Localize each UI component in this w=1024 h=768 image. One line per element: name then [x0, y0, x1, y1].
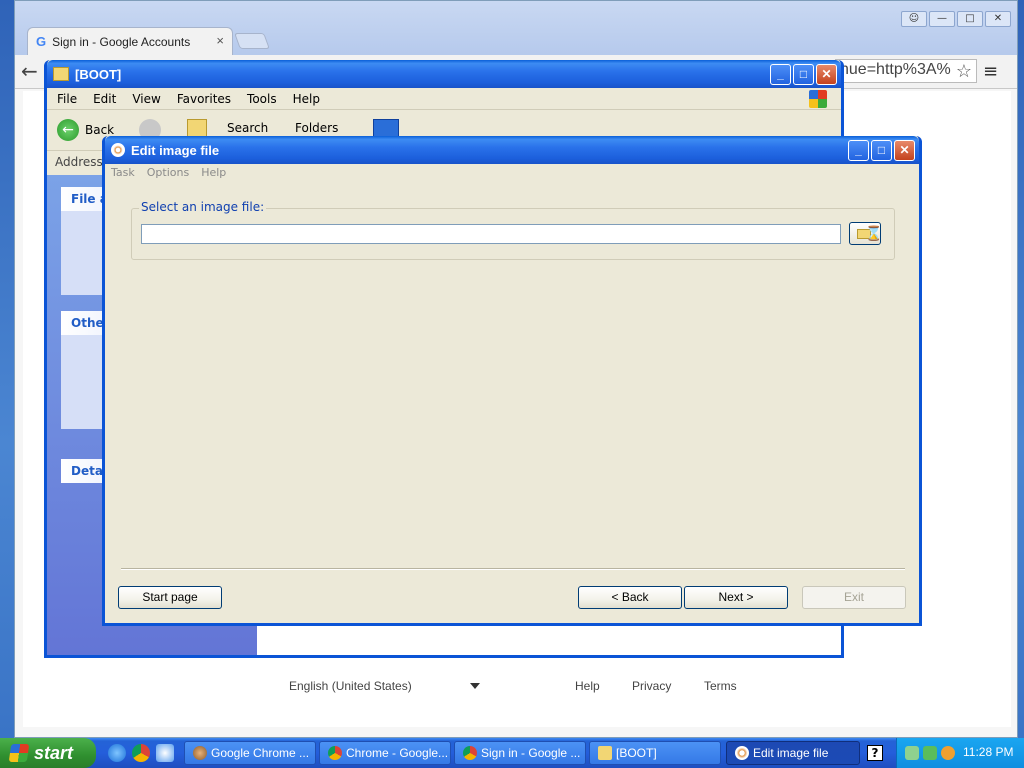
image-path-input[interactable]	[141, 224, 841, 244]
chevron-down-icon[interactable]	[470, 683, 480, 689]
menu-task[interactable]: Task	[111, 164, 135, 182]
divider	[121, 568, 905, 570]
minimize-button[interactable]: —	[929, 11, 955, 27]
folders-button[interactable]: Folders	[295, 121, 338, 135]
taskbar: start Google Chrome ... Chrome - Google.…	[0, 738, 1024, 768]
explorer-menubar: File Edit View Favorites Tools Help	[47, 88, 841, 110]
privacy-link[interactable]: Privacy	[632, 679, 671, 693]
taskbar-item-label: Chrome - Google...	[346, 746, 449, 760]
start-button[interactable]: start	[0, 738, 96, 768]
explorer-titlebar[interactable]: [BOOT] _ □ ✕	[47, 60, 841, 88]
close-button[interactable]: ✕	[894, 140, 915, 161]
hourglass-cursor-icon: ⌛	[865, 226, 883, 242]
maximize-button[interactable]: □	[957, 11, 983, 27]
chrome-tab[interactable]: G Sign in - Google Accounts ×	[27, 27, 233, 55]
profile-button[interactable]: ☺	[901, 11, 927, 27]
menu-view[interactable]: View	[132, 92, 160, 106]
minimize-button[interactable]: _	[848, 140, 869, 161]
menu-favorites[interactable]: Favorites	[177, 92, 231, 106]
taskbar-item-chrome-1[interactable]: Google Chrome ...	[184, 741, 316, 765]
terms-link[interactable]: Terms	[704, 679, 737, 693]
help-link[interactable]: Help	[575, 679, 600, 693]
close-tab-icon[interactable]: ×	[216, 33, 224, 48]
dialog-menubar: Task Options Help	[105, 164, 919, 182]
close-button[interactable]: ✕	[985, 11, 1011, 27]
back-button[interactable]: < Back	[578, 586, 682, 609]
address-text: nue=http%3A%	[840, 61, 951, 78]
back-arrow-icon[interactable]: ←	[21, 59, 38, 83]
maximize-button[interactable]: □	[871, 140, 892, 161]
dialog-titlebar[interactable]: Edit image file _ □ ✕	[105, 136, 919, 164]
taskbar-item-label: [BOOT]	[616, 746, 657, 760]
address-label: Address	[55, 155, 103, 169]
menu-tools[interactable]: Tools	[247, 92, 277, 106]
taskbar-item-label: Google Chrome ...	[211, 746, 310, 760]
chrome-menu-icon[interactable]: ≡	[983, 61, 998, 82]
chrome-icon	[463, 746, 477, 760]
start-label: start	[34, 742, 74, 763]
windows-logo-icon	[809, 90, 827, 108]
address-bar[interactable]: nue=http%3A% ☆	[835, 59, 977, 83]
minimize-button[interactable]: _	[770, 64, 791, 85]
menu-options[interactable]: Options	[147, 164, 189, 182]
menu-file[interactable]: File	[57, 92, 77, 106]
google-icon: G	[36, 34, 47, 49]
menu-edit[interactable]: Edit	[93, 92, 116, 106]
taskbar-item-edit-image[interactable]: Edit image file	[726, 741, 860, 765]
next-button[interactable]: Next >	[684, 586, 788, 609]
search-button[interactable]: Search	[227, 121, 268, 135]
chrome-icon	[328, 746, 342, 760]
start-page-button[interactable]: Start page	[118, 586, 222, 609]
taskbar-item-explorer[interactable]: [BOOT]	[589, 741, 721, 765]
folder-icon	[598, 746, 612, 760]
chrome-window-controls: ☺ — □ ✕	[901, 11, 1011, 27]
clock[interactable]: 11:28 PM	[963, 745, 1013, 759]
chrome-icon[interactable]	[132, 744, 150, 762]
disc-icon	[111, 143, 125, 157]
back-arrow-icon: ←	[57, 119, 79, 141]
language-select[interactable]: English (United States)	[289, 679, 412, 693]
chrome-titlebar: G Sign in - Google Accounts × ☺ — □ ✕	[15, 1, 1017, 57]
taskbar-item-chrome-2[interactable]: Chrome - Google...	[319, 741, 451, 765]
app-icon	[193, 746, 207, 760]
explorer-title: [BOOT]	[75, 66, 122, 82]
network-icon[interactable]	[905, 746, 919, 760]
edit-image-dialog: Edit image file _ □ ✕ Task Options Help …	[102, 136, 922, 626]
select-image-label: Select an image file:	[139, 200, 267, 214]
disc-icon	[735, 746, 749, 760]
maximize-button[interactable]: □	[793, 64, 814, 85]
browse-button[interactable]: ⌛	[849, 222, 883, 245]
folder-icon	[53, 67, 69, 81]
windows-logo-icon	[8, 744, 30, 762]
tab-title: Sign in - Google Accounts	[52, 34, 191, 49]
exit-button[interactable]: Exit	[802, 586, 906, 609]
taskbar-item-label: Sign in - Google ...	[481, 746, 581, 760]
menu-help[interactable]: Help	[293, 92, 320, 106]
new-tab-button[interactable]	[234, 33, 270, 49]
search-icon[interactable]	[941, 746, 955, 760]
bookmark-star-icon[interactable]: ☆	[956, 61, 972, 82]
close-button[interactable]: ✕	[816, 64, 837, 85]
security-icon[interactable]	[923, 746, 937, 760]
dialog-title: Edit image file	[131, 142, 220, 158]
system-tray: 11:28 PM	[896, 738, 1024, 768]
media-icon[interactable]	[156, 744, 174, 762]
help-icon[interactable]: ?	[867, 745, 883, 761]
taskbar-item-chrome-3[interactable]: Sign in - Google ...	[454, 741, 586, 765]
menu-help[interactable]: Help	[201, 164, 226, 182]
ie-icon[interactable]	[108, 744, 126, 762]
back-label: Back	[85, 123, 115, 137]
taskbar-item-label: Edit image file	[753, 746, 829, 760]
